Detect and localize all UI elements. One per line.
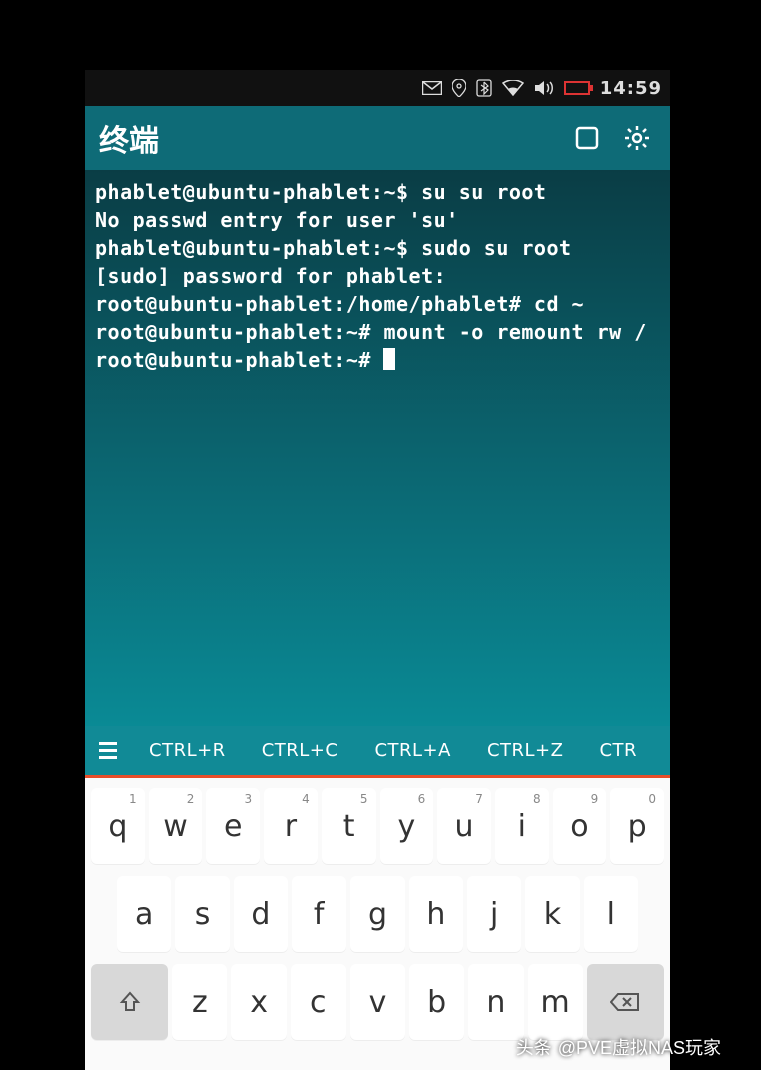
key-y[interactable]: 6y — [380, 788, 434, 864]
app-title: 终端 — [99, 116, 556, 160]
shortcut-ctrl-partial[interactable]: CTR — [581, 740, 655, 761]
key-s[interactable]: s — [175, 876, 229, 952]
key-backspace[interactable] — [587, 964, 664, 1040]
key-shift[interactable] — [91, 964, 168, 1040]
key-t[interactable]: 5t — [322, 788, 376, 864]
watermark-prefix: 头条 — [516, 1034, 552, 1060]
key-q[interactable]: 1q — [91, 788, 145, 864]
key-d[interactable]: d — [234, 876, 288, 952]
shortcut-menu-button[interactable] — [85, 742, 131, 759]
key-z[interactable]: z — [172, 964, 227, 1040]
phone-frame: 14:59 终端 phablet@ubuntu-phablet:~$ su su… — [0, 0, 761, 1070]
key-n[interactable]: n — [468, 964, 523, 1040]
key-g[interactable]: g — [350, 876, 404, 952]
shift-icon — [119, 991, 141, 1013]
terminal-output[interactable]: phablet@ubuntu-phablet:~$ su su root No … — [85, 170, 670, 726]
key-k[interactable]: k — [525, 876, 579, 952]
location-icon — [452, 79, 466, 97]
shortcut-ctrl-z[interactable]: CTRL+Z — [469, 740, 582, 761]
key-x[interactable]: x — [231, 964, 286, 1040]
key-u[interactable]: 7u — [437, 788, 491, 864]
key-i[interactable]: 8i — [495, 788, 549, 864]
watermark-text: @PVE虚拟NAS玩家 — [558, 1034, 721, 1060]
terminal-line: No passwd entry for user 'su' — [95, 208, 459, 232]
tabs-button[interactable] — [568, 119, 606, 157]
shortcut-ctrl-a[interactable]: CTRL+A — [356, 740, 469, 761]
settings-button[interactable] — [618, 119, 656, 157]
terminal-line: phablet@ubuntu-phablet:~$ su su root — [95, 180, 546, 204]
terminal-line: [sudo] password for phablet: — [95, 264, 446, 288]
battery-icon — [564, 81, 590, 95]
backspace-icon — [610, 992, 640, 1012]
mail-icon — [422, 81, 442, 95]
key-b[interactable]: b — [409, 964, 464, 1040]
keyboard: 1q 2w 3e 4r 5t 6y 7u 8i 9o 0p a s d f g … — [85, 778, 670, 1070]
title-bar: 终端 — [85, 106, 670, 170]
key-j[interactable]: j — [467, 876, 521, 952]
watermark: 头条 @PVE虚拟NAS玩家 — [516, 1034, 721, 1060]
keyboard-row-1: 1q 2w 3e 4r 5t 6y 7u 8i 9o 0p — [91, 788, 664, 864]
wifi-icon — [502, 80, 524, 96]
key-f[interactable]: f — [292, 876, 346, 952]
status-bar: 14:59 — [85, 70, 670, 106]
key-h[interactable]: h — [409, 876, 463, 952]
terminal-line: root@ubuntu-phablet:~# — [95, 348, 383, 372]
keyboard-row-3: z x c v b n m — [91, 964, 664, 1040]
key-m[interactable]: m — [528, 964, 583, 1040]
screen: 14:59 终端 phablet@ubuntu-phablet:~$ su su… — [85, 70, 670, 1070]
keyboard-row-2: a s d f g h j k l — [91, 876, 664, 952]
key-e[interactable]: 3e — [206, 788, 260, 864]
key-c[interactable]: c — [291, 964, 346, 1040]
key-r[interactable]: 4r — [264, 788, 318, 864]
key-a[interactable]: a — [117, 876, 171, 952]
shortcut-bar: CTRL+R CTRL+C CTRL+A CTRL+Z CTR — [85, 726, 670, 778]
terminal-line: root@ubuntu-phablet:/home/phablet# cd ~ — [95, 292, 584, 316]
cursor — [383, 348, 395, 370]
volume-icon — [534, 80, 554, 96]
terminal-line: root@ubuntu-phablet:~# mount -o remount … — [95, 320, 647, 344]
key-w[interactable]: 2w — [149, 788, 203, 864]
key-p[interactable]: 0p — [610, 788, 664, 864]
terminal-line: phablet@ubuntu-phablet:~$ sudo su root — [95, 236, 572, 260]
key-l[interactable]: l — [584, 876, 638, 952]
bluetooth-icon — [476, 79, 492, 97]
key-o[interactable]: 9o — [553, 788, 607, 864]
clock-time: 14:59 — [600, 78, 662, 99]
key-v[interactable]: v — [350, 964, 405, 1040]
shortcut-ctrl-c[interactable]: CTRL+C — [244, 740, 357, 761]
shortcut-ctrl-r[interactable]: CTRL+R — [131, 740, 244, 761]
